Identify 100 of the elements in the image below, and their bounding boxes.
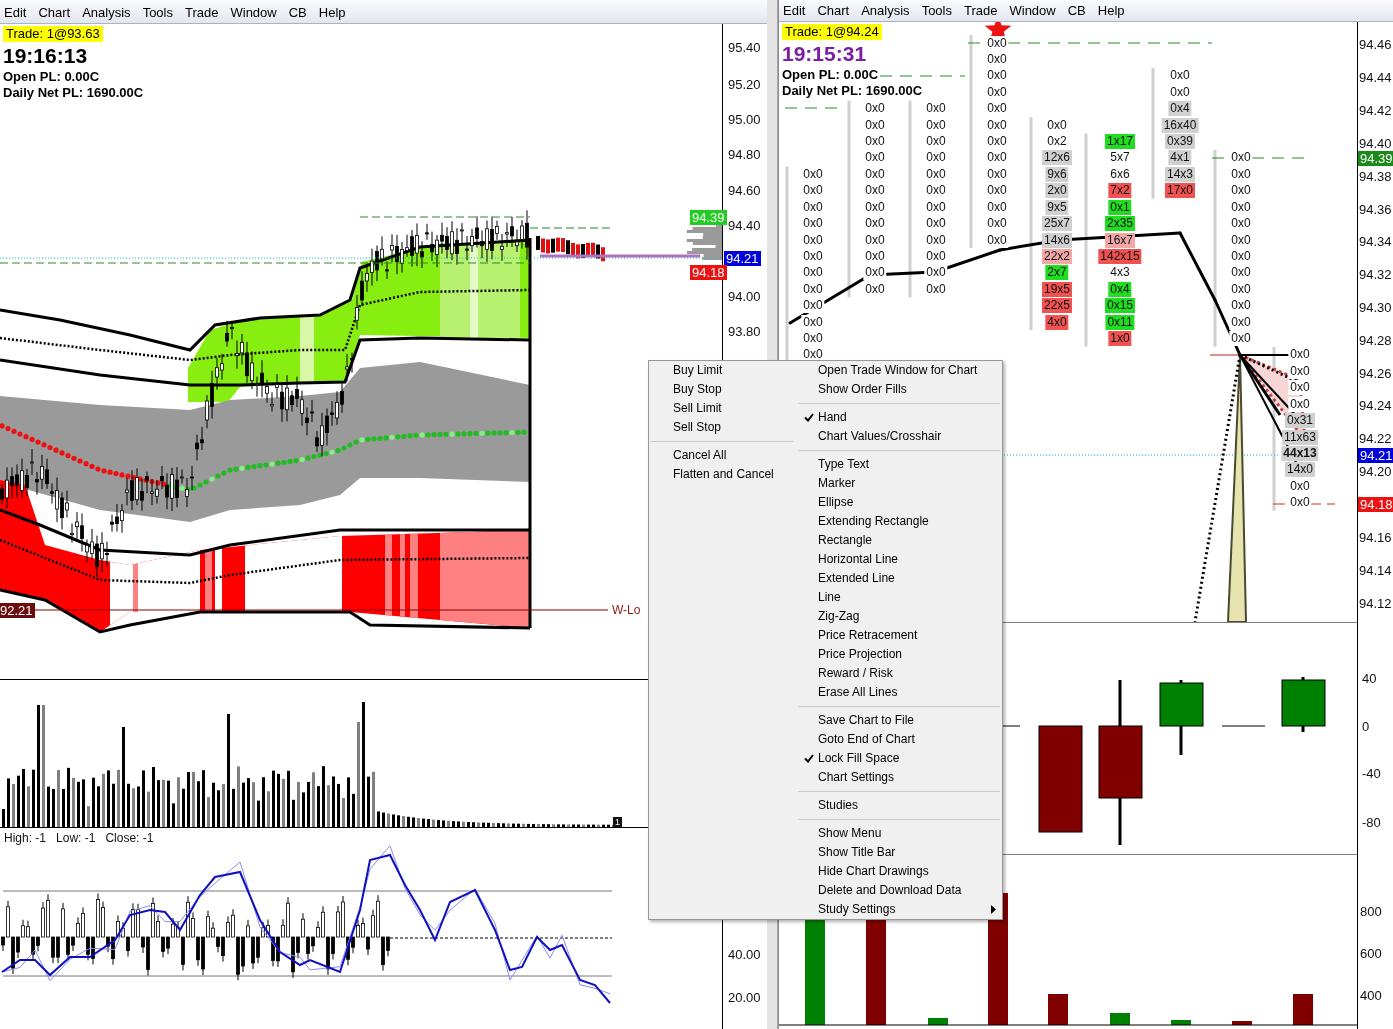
menu-item[interactable]: Rectangle xyxy=(796,531,1002,550)
menu-item[interactable]: Study Settings xyxy=(796,900,1002,919)
legend-text: Close: -1 xyxy=(105,831,154,845)
menu-item[interactable]: Sell Limit xyxy=(649,399,796,418)
depth-value: 14x0 xyxy=(1285,462,1315,478)
axis-label: 95.40 xyxy=(728,39,761,55)
menu-item[interactable]: Price Projection xyxy=(796,645,1002,664)
axis-label: 94.80 xyxy=(728,146,761,162)
menu-item[interactable]: Zig-Zag xyxy=(796,607,1002,626)
volume-bar xyxy=(1232,1021,1252,1025)
depth-value: 44x13 xyxy=(1281,446,1319,461)
depth-value: 0x0 xyxy=(1229,331,1253,347)
axis-label: -80 xyxy=(1362,814,1381,830)
depth-value: 2x7 xyxy=(1045,265,1069,281)
menu-item[interactable]: Studies xyxy=(796,796,1002,815)
axis-label: 40.00 xyxy=(728,946,761,962)
menu-item[interactable]: Window xyxy=(1009,2,1056,21)
menu-item[interactable]: Save Chart to File xyxy=(796,711,1002,730)
menu-item[interactable]: Chart Values/Crosshair xyxy=(796,427,1002,446)
depth-value: 9x5 xyxy=(1045,199,1069,215)
axis-label: 800 xyxy=(1360,903,1382,919)
menu-item[interactable]: Buy Stop xyxy=(649,380,796,399)
menu-item[interactable]: Reward / Risk xyxy=(796,664,1002,683)
menu-item[interactable]: Flatten and Cancel xyxy=(649,465,796,484)
menu-item[interactable]: Open Trade Window for Chart xyxy=(796,361,1002,380)
menu-item[interactable]: Edit xyxy=(783,2,806,21)
menu-item[interactable]: Price Retracement xyxy=(796,626,1002,645)
menu-item[interactable]: Tools xyxy=(921,2,952,21)
menu-item[interactable]: Extending Rectangle xyxy=(796,512,1002,531)
axis-label: 94.60 xyxy=(728,182,761,198)
menu-item[interactable]: Hide Chart Drawings xyxy=(796,862,1002,881)
trade-label: Trade: 1@94.24 xyxy=(782,24,882,40)
menu-item[interactable]: Ellipse xyxy=(796,493,1002,512)
menu-item[interactable]: Tools xyxy=(142,4,173,23)
depth-value: 0x4 xyxy=(1168,101,1192,117)
menu-item[interactable]: Delete and Download Data xyxy=(796,881,1002,900)
menu-item[interactable]: Edit xyxy=(4,4,27,23)
depth-value: 17x0 xyxy=(1165,183,1195,199)
menu-item[interactable]: Show Order Fills xyxy=(796,380,1002,399)
axis-label: 94.38 xyxy=(1359,168,1392,184)
depth-value: 0x1 xyxy=(1108,199,1132,215)
menu-item[interactable]: Horizontal Line xyxy=(796,550,1002,569)
menu-item[interactable]: Help xyxy=(1097,2,1125,21)
menu-item[interactable]: Chart xyxy=(38,4,71,23)
axis-label: 95.20 xyxy=(728,76,761,92)
volume-bar xyxy=(1293,994,1313,1025)
axis-label: 94.28 xyxy=(1359,332,1392,348)
menu-item[interactable]: Marker xyxy=(796,474,1002,493)
depth-value: 12x6 xyxy=(1042,150,1072,166)
price-badge: 92.21 xyxy=(0,603,35,618)
volume-bar xyxy=(1048,994,1068,1025)
menu-item[interactable]: Type Text xyxy=(796,455,1002,474)
doji-mark xyxy=(1002,725,1021,727)
depth-value: 0x0 xyxy=(1288,363,1312,379)
axis-label: 94.32 xyxy=(1359,266,1392,282)
menu-item[interactable]: Show Title Bar xyxy=(796,843,1002,862)
axis-label: 94.22 xyxy=(1359,430,1392,446)
menu-item[interactable]: Analysis xyxy=(82,4,131,23)
line-label: W-Lo xyxy=(612,603,641,618)
depth-value: 0x0 xyxy=(1288,396,1312,412)
depth-value: 0x11 xyxy=(1105,314,1135,330)
menu-item[interactable]: CB xyxy=(288,4,307,23)
depth-value: 11x63 xyxy=(1282,429,1318,445)
menu-item[interactable]: Extended Line xyxy=(796,569,1002,588)
depth-value: 22x5 xyxy=(1042,298,1072,314)
axis-label: 0 xyxy=(1362,718,1370,734)
menu-item[interactable]: Window xyxy=(230,4,277,23)
menu-item[interactable]: Cancel All xyxy=(649,446,796,465)
depth-value: 2x35 xyxy=(1105,216,1135,232)
axis-label: 94.14 xyxy=(1359,562,1392,578)
menu-item[interactable]: Lock Fill Space xyxy=(796,749,1002,768)
axis-label: 94.40 xyxy=(728,217,761,233)
menu-item[interactable]: Goto End of Chart xyxy=(796,730,1002,749)
depth-value: 4x0 xyxy=(1045,314,1069,330)
menu-item[interactable]: Chart xyxy=(817,2,850,21)
price-badge: 94.39 xyxy=(690,209,727,225)
menu-item[interactable]: Show Menu xyxy=(796,824,1002,843)
depth-value: 22x2 xyxy=(1042,248,1072,264)
depth-value: 14x3 xyxy=(1165,166,1195,182)
depth-value: 0x4 xyxy=(1108,281,1132,297)
axis-label: 94.30 xyxy=(1359,299,1392,315)
order-marker-series xyxy=(536,236,605,262)
menu-item[interactable]: Trade xyxy=(964,2,998,21)
menu-item[interactable]: Sell Stop xyxy=(649,418,796,437)
menu-item[interactable]: Buy Limit xyxy=(649,361,796,380)
price-badge: 94.21 xyxy=(724,250,761,266)
menu-item[interactable]: Erase All Lines xyxy=(796,683,1002,702)
menu-item[interactable]: Line xyxy=(796,588,1002,607)
menu-item[interactable]: CB xyxy=(1067,2,1086,21)
menu-item[interactable]: Chart Settings xyxy=(796,768,1002,787)
depth-value: 1x0 xyxy=(1108,331,1132,347)
price-badge: 94.21 xyxy=(1358,447,1393,463)
depth-value: 0x0 xyxy=(801,298,825,314)
depth-value: 19x5 xyxy=(1042,281,1072,297)
menu-item[interactable]: Help xyxy=(318,4,346,23)
depth-value: 14x6 xyxy=(1042,232,1072,248)
depth-value: 1x17 xyxy=(1105,134,1135,149)
menu-item[interactable]: Hand xyxy=(796,408,1002,427)
menu-item[interactable]: Trade xyxy=(185,4,219,23)
menu-item[interactable]: Analysis xyxy=(861,2,910,21)
